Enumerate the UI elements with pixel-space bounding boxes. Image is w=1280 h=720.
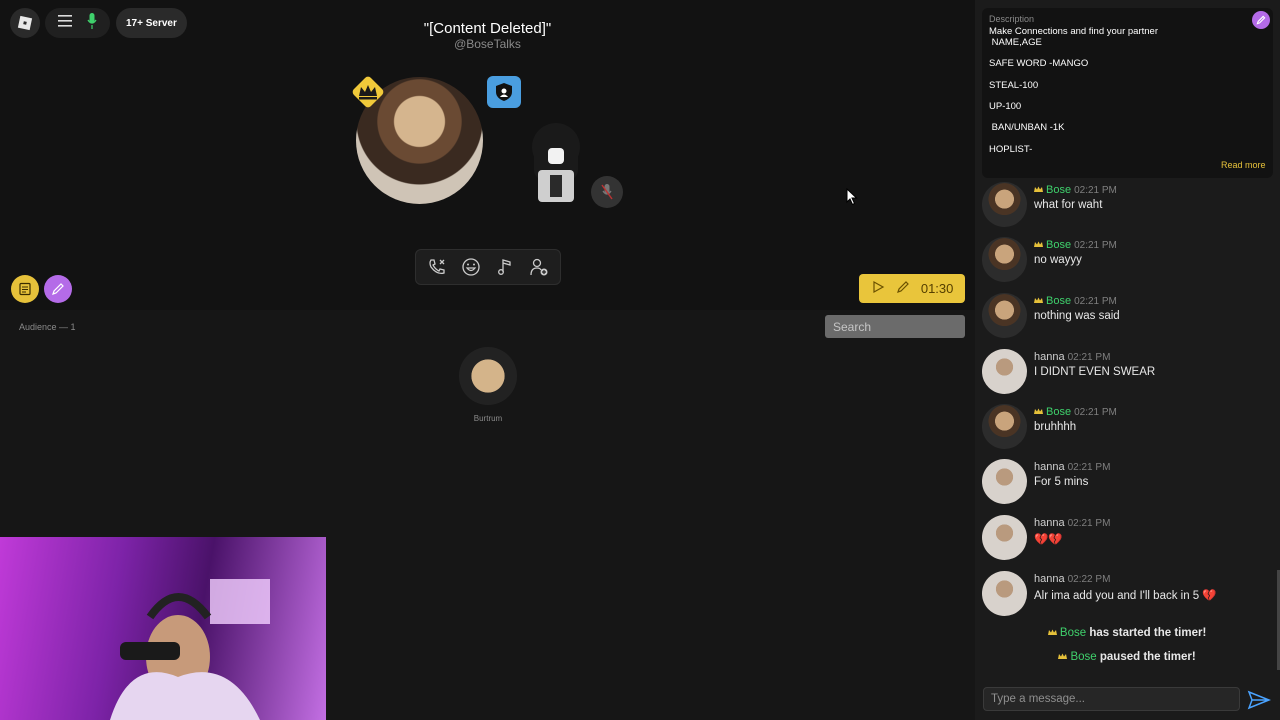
audience-member-name: Burtrum (473, 414, 503, 423)
message-author[interactable]: Bose (1046, 239, 1071, 251)
shield-icon (487, 76, 521, 108)
system-message: Bose paused the timer! (982, 651, 1272, 663)
mouse-cursor-icon (846, 187, 858, 211)
message-text: nothing was said (1034, 310, 1120, 322)
chat-message: Bose 02:21 PM what for waht (982, 182, 1272, 234)
system-message-author[interactable]: Bose (1060, 627, 1086, 639)
description-text: Make Connections and find your partner N… (989, 26, 1158, 155)
notes-button[interactable] (11, 275, 39, 303)
microphone-icon[interactable] (87, 12, 97, 34)
search-input[interactable] (825, 315, 965, 338)
add-user-icon[interactable] (524, 252, 554, 282)
menu-mic-group (45, 8, 110, 38)
message-author[interactable]: hanna (1034, 351, 1065, 363)
leave-call-icon[interactable] (422, 252, 452, 282)
message-time: 02:21 PM (1067, 518, 1111, 529)
server-badge[interactable]: 17+ Server (116, 8, 187, 38)
system-message-text: paused the timer! (1099, 651, 1196, 663)
avatar[interactable] (982, 459, 1027, 504)
message-time: 02:21 PM (1067, 462, 1111, 473)
system-message: Bose has started the timer! (982, 627, 1272, 639)
message-text: Alr ima add you and I'll back in 5 💔 (1034, 590, 1217, 602)
crown-icon (1034, 241, 1043, 247)
message-author[interactable]: hanna (1034, 573, 1065, 585)
avatar[interactable] (982, 349, 1027, 394)
message-time: 02:21 PM (1067, 352, 1111, 363)
crown-icon (1058, 653, 1068, 659)
audience-avatar (459, 347, 517, 405)
edit-button[interactable] (44, 275, 72, 303)
avatar[interactable] (982, 237, 1027, 282)
message-text: no wayyy (1034, 254, 1082, 266)
avatar[interactable] (982, 404, 1027, 449)
message-text: what for waht (1034, 199, 1103, 211)
play-icon[interactable] (871, 280, 885, 297)
timer-value: 01:30 (920, 281, 954, 296)
description-label: Description (989, 14, 1035, 24)
message-time: 02:22 PM (1067, 574, 1111, 585)
chat-message: hanna 02:21 PM I DIDNT EVEN SWEAR (982, 349, 1272, 401)
avatar[interactable] (982, 571, 1027, 616)
system-message-author[interactable]: Bose (1070, 651, 1096, 663)
chat-message: hanna 02:21 PM For 5 mins (982, 459, 1272, 511)
message-text: bruhhhh (1034, 421, 1077, 433)
message-time: 02:21 PM (1074, 185, 1117, 196)
avatar[interactable] (982, 182, 1027, 227)
chat-message: Bose 02:21 PM nothing was said (982, 293, 1272, 345)
crown-icon (1034, 186, 1043, 192)
speaker-avatar[interactable] (520, 115, 592, 210)
notes-icon (19, 282, 31, 296)
room-title: "[Content Deleted]" (423, 20, 552, 37)
message-input[interactable] (983, 687, 1240, 711)
message-time: 02:21 PM (1074, 240, 1117, 251)
message-time: 02:21 PM (1074, 296, 1117, 307)
menu-icon[interactable] (58, 14, 73, 32)
message-time: 02:21 PM (1074, 407, 1117, 418)
avatar[interactable] (982, 293, 1027, 338)
message-author[interactable]: hanna (1034, 461, 1065, 473)
room-handle: @BoseTalks (454, 37, 521, 51)
call-controls (415, 249, 561, 285)
webcam-overlay (0, 537, 326, 720)
send-button[interactable] (1245, 687, 1273, 713)
message-text: For 5 mins (1034, 476, 1089, 488)
message-author[interactable]: hanna (1034, 517, 1065, 529)
roblox-logo-button[interactable] (10, 8, 40, 38)
avatar[interactable] (982, 515, 1027, 560)
audience-member[interactable]: Burtrum (458, 347, 518, 423)
roblox-logo-icon (17, 15, 33, 31)
crown-icon (348, 72, 388, 112)
message-text: 💔💔 (1034, 534, 1063, 546)
chat-message: Bose 02:21 PM no wayyy (982, 237, 1272, 289)
emoji-icon[interactable] (456, 252, 486, 282)
pencil-icon (1256, 15, 1266, 25)
pencil-icon (52, 283, 64, 295)
message-author[interactable]: Bose (1046, 406, 1071, 418)
timer-controls: 01:30 (859, 274, 965, 303)
crown-icon (1047, 629, 1057, 635)
crown-icon (1034, 408, 1043, 414)
muted-microphone-icon (591, 176, 623, 208)
read-more-link[interactable]: Read more (1221, 160, 1266, 170)
chat-message: hanna 02:21 PM 💔💔 (982, 515, 1272, 567)
music-note-icon[interactable] (490, 252, 520, 282)
crown-icon (1034, 297, 1043, 303)
message-text: I DIDNT EVEN SWEAR (1034, 366, 1156, 378)
system-message-text: has started the timer! (1089, 627, 1207, 639)
pencil-icon[interactable] (896, 280, 910, 297)
message-author[interactable]: Bose (1046, 295, 1071, 307)
audience-label: Audience — 1 (19, 322, 76, 332)
message-author[interactable]: Bose (1046, 184, 1071, 196)
send-icon (1247, 690, 1271, 710)
chat-message: Bose 02:21 PM bruhhhh (982, 404, 1272, 456)
chat-message: hanna 02:22 PM Alr ima add you and I'll b… (982, 571, 1272, 623)
